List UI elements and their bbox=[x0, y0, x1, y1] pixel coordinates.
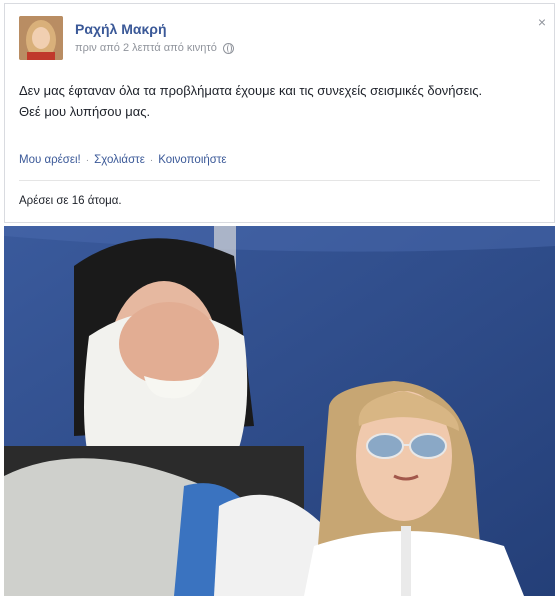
post-text-line: Δεν μας έφταναν όλα τα προβλήματα έχουμε… bbox=[19, 83, 483, 98]
action-separator: · bbox=[85, 154, 90, 166]
comment-link[interactable]: Σχολιάστε bbox=[94, 154, 145, 166]
action-separator: · bbox=[149, 154, 154, 166]
post-card: Ραχήλ Μακρή πριν από 2 λεπτά από κινητό … bbox=[4, 3, 555, 223]
post-photo[interactable] bbox=[4, 226, 555, 596]
globe-icon bbox=[222, 42, 234, 54]
post-text: Δεν μας έφταναν όλα τα προβλήματα έχουμε… bbox=[19, 80, 547, 122]
avatar[interactable] bbox=[19, 16, 63, 60]
divider bbox=[19, 180, 540, 181]
share-link[interactable]: Κοινοποιήστε bbox=[158, 154, 226, 166]
close-icon[interactable]: × bbox=[538, 14, 546, 30]
likes-count[interactable]: Αρέσει σε 16 άτομα. bbox=[19, 195, 122, 207]
post-text-line: Θεέ μου λυπήσου μας. bbox=[19, 104, 151, 119]
author-name[interactable]: Ραχήλ Μακρή bbox=[75, 21, 167, 37]
post-meta: πριν από 2 λεπτά από κινητό bbox=[75, 42, 234, 54]
post-actions: Μου αρέσει! · Σχολιάστε · Κοινοποιήστε bbox=[19, 154, 227, 166]
like-link[interactable]: Μου αρέσει! bbox=[19, 154, 81, 166]
post-timestamp[interactable]: πριν από 2 λεπτά από κινητό bbox=[75, 42, 217, 54]
